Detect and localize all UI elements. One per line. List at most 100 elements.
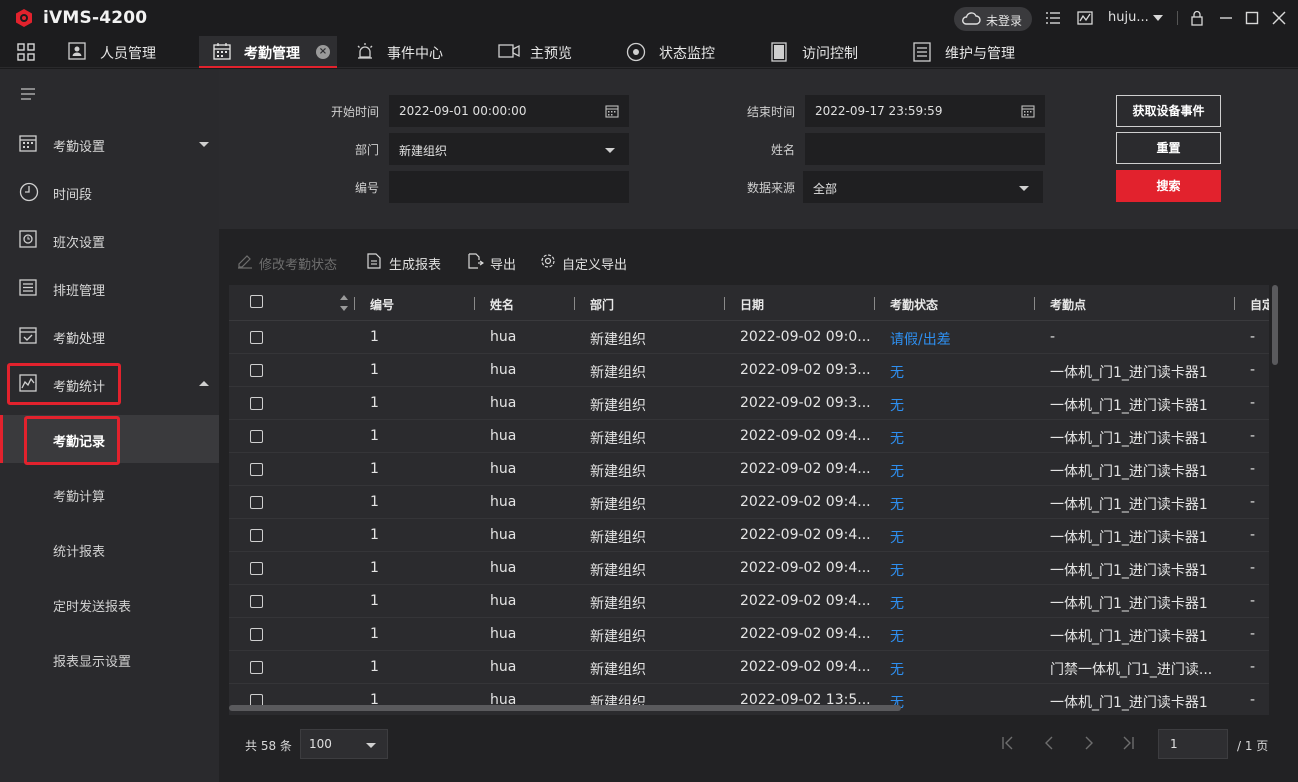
page-number-input[interactable]: 1 (1158, 729, 1228, 759)
calendar-icon[interactable] (1021, 104, 1035, 118)
cell-custom: - (1250, 692, 1256, 708)
next-page-icon[interactable] (1081, 735, 1097, 751)
cell-status[interactable]: 无 (890, 362, 904, 382)
table-row[interactable]: 1 hua 新建组织 2022-09-02 09:4... 无 一体机_门1_进门读卡器1… (229, 585, 1269, 618)
user-name[interactable]: huju... (1108, 10, 1149, 25)
table-row[interactable]: 1 hua 新建组织 2022-09-02 09:4... 无 一体机_门1_进门读卡器1… (229, 486, 1269, 519)
task-list-icon[interactable] (1045, 10, 1061, 26)
last-page-icon[interactable] (1120, 735, 1136, 751)
previous-page-icon[interactable] (1041, 735, 1057, 751)
cell-status[interactable]: 无 (890, 494, 904, 514)
row-checkbox[interactable] (250, 364, 263, 377)
vertical-scrollbar[interactable] (1272, 285, 1278, 365)
table-row[interactable]: 1 hua 新建组织 2022-09-02 09:0... 请假/出差 - - (229, 321, 1269, 354)
sidebar-subitem-scheduled-report[interactable]: 定时发送报表 (0, 580, 219, 628)
column-header-custom[interactable]: 自定 (1250, 296, 1269, 313)
cell-status[interactable]: 无 (890, 659, 904, 679)
column-header-checkpoint[interactable]: 考勤点 (1050, 296, 1086, 313)
sidebar-subitem-report-display-settings[interactable]: 报表显示设置 (0, 635, 219, 683)
tab-main-preview[interactable]: 主预览 (498, 36, 608, 68)
tab-status-monitor[interactable]: 状态监控 (626, 36, 746, 68)
cell-status[interactable]: 无 (890, 395, 904, 415)
department-select[interactable]: 新建组织 (389, 133, 629, 165)
table-row[interactable]: 1 hua 新建组织 2022-09-02 09:3... 无 一体机_门1_进门读卡器1… (229, 387, 1269, 420)
sidebar-item-attendance-settings[interactable]: 考勤设置 (0, 120, 219, 168)
custom-export-label: 自定义导出 (562, 258, 628, 273)
sidebar-item-attendance-statistics[interactable]: 考勤统计 (0, 360, 219, 408)
row-checkbox[interactable] (250, 331, 263, 344)
login-status-button[interactable]: 未登录 (954, 7, 1032, 31)
lock-icon[interactable] (1189, 10, 1205, 26)
table-row[interactable]: 1 hua 新建组织 2022-09-02 09:4... 无 一体机_门1_进门读卡器1… (229, 552, 1269, 585)
sidebar-subitem-attendance-records[interactable]: 考勤记录 (0, 415, 219, 463)
close-icon[interactable] (1271, 10, 1287, 26)
collapse-menu-icon[interactable] (20, 88, 36, 100)
cell-checkpoint: 一体机_门1_进门读卡器1 (1050, 596, 1208, 612)
cell-status[interactable]: 请假/出差 (890, 329, 951, 349)
table-row[interactable]: 1 hua 新建组织 2022-09-02 09:3... 无 一体机_门1_进门读卡器1… (229, 354, 1269, 387)
sidebar-item-attendance-handling[interactable]: 考勤处理 (0, 312, 219, 360)
user-menu-caret-icon[interactable] (1153, 15, 1163, 21)
row-checkbox[interactable] (250, 628, 263, 641)
fetch-device-events-button[interactable]: 获取设备事件 (1116, 95, 1221, 127)
column-divider (354, 297, 355, 310)
row-checkbox[interactable] (250, 661, 263, 674)
sidebar-item-time-period[interactable]: 时间段 (0, 168, 219, 216)
row-checkbox[interactable] (250, 397, 263, 410)
cell-status[interactable]: 无 (890, 428, 904, 448)
table-row[interactable]: 1 hua 新建组织 2022-09-02 09:4... 无 门禁一体机_门1_进门读.… (229, 651, 1269, 684)
sidebar-subitem-attendance-calculation[interactable]: 考勤计算 (0, 470, 219, 518)
table-row[interactable]: 1 hua 新建组织 2022-09-02 09:4... 无 一体机_门1_进门读卡器1… (229, 618, 1269, 651)
cell-custom: - (1250, 362, 1256, 378)
minimize-icon[interactable] (1218, 10, 1234, 26)
tab-maintenance[interactable]: 维护与管理 (913, 36, 1053, 68)
id-input[interactable] (389, 171, 629, 203)
sidebar-item-schedule-management[interactable]: 排班管理 (0, 264, 219, 312)
page-size-select[interactable]: 100 (300, 729, 388, 759)
column-divider (1234, 297, 1235, 310)
cell-status[interactable]: 无 (890, 560, 904, 580)
tab-attendance[interactable]: 考勤管理 × (199, 36, 337, 68)
sidebar-item-shift-settings[interactable]: 班次设置 (0, 216, 219, 264)
row-checkbox[interactable] (250, 463, 263, 476)
row-checkbox[interactable] (250, 496, 263, 509)
end-time-field[interactable]: 2022-09-17 23:59:59 (805, 95, 1045, 127)
cell-status[interactable]: 无 (890, 527, 904, 547)
sort-icon[interactable] (339, 293, 349, 313)
cell-status[interactable]: 无 (890, 626, 904, 646)
sidebar-subitem-statistics-report[interactable]: 统计报表 (0, 525, 219, 573)
horizontal-scrollbar[interactable] (229, 705, 901, 711)
resource-monitor-icon[interactable] (1077, 10, 1093, 26)
column-header-status[interactable]: 考勤状态 (890, 296, 938, 313)
calendar-icon[interactable] (605, 104, 619, 118)
column-header-id[interactable]: 编号 (370, 296, 394, 313)
table-row[interactable]: 1 hua 新建组织 2022-09-02 09:4... 无 一体机_门1_进门读卡器1… (229, 519, 1269, 552)
start-time-field[interactable]: 2022-09-01 00:00:00 (389, 95, 629, 127)
data-source-select[interactable]: 全部 (803, 171, 1043, 203)
maximize-icon[interactable] (1244, 10, 1260, 26)
table-row[interactable]: 1 hua 新建组织 2022-09-02 09:4... 无 一体机_门1_进门读卡器1… (229, 453, 1269, 486)
column-header-department[interactable]: 部门 (590, 296, 614, 313)
cell-status[interactable]: 无 (890, 461, 904, 481)
row-checkbox[interactable] (250, 595, 263, 608)
select-all-checkbox[interactable] (250, 295, 263, 308)
tab-close-icon[interactable]: × (316, 45, 330, 59)
reset-button[interactable]: 重置 (1116, 132, 1221, 164)
name-input[interactable] (805, 133, 1045, 165)
app-grid-icon[interactable] (17, 43, 35, 61)
cell-custom: - (1250, 461, 1256, 477)
row-checkbox[interactable] (250, 430, 263, 443)
search-button[interactable]: 搜索 (1116, 170, 1221, 202)
column-header-date[interactable]: 日期 (740, 296, 764, 313)
cell-status[interactable]: 无 (890, 593, 904, 613)
cell-checkpoint: 门禁一体机_门1_进门读... (1050, 662, 1213, 678)
row-checkbox[interactable] (250, 529, 263, 542)
tab-access-control[interactable]: 访问控制 (770, 36, 890, 68)
row-checkbox[interactable] (250, 562, 263, 575)
first-page-icon[interactable] (1000, 735, 1016, 751)
tab-event-center[interactable]: 事件中心 (355, 36, 475, 68)
tab-personnel[interactable]: 人员管理 (68, 36, 188, 68)
column-header-name[interactable]: 姓名 (490, 296, 514, 313)
cell-custom: - (1250, 527, 1256, 543)
table-row[interactable]: 1 hua 新建组织 2022-09-02 09:4... 无 一体机_门1_进门读卡器1… (229, 420, 1269, 453)
